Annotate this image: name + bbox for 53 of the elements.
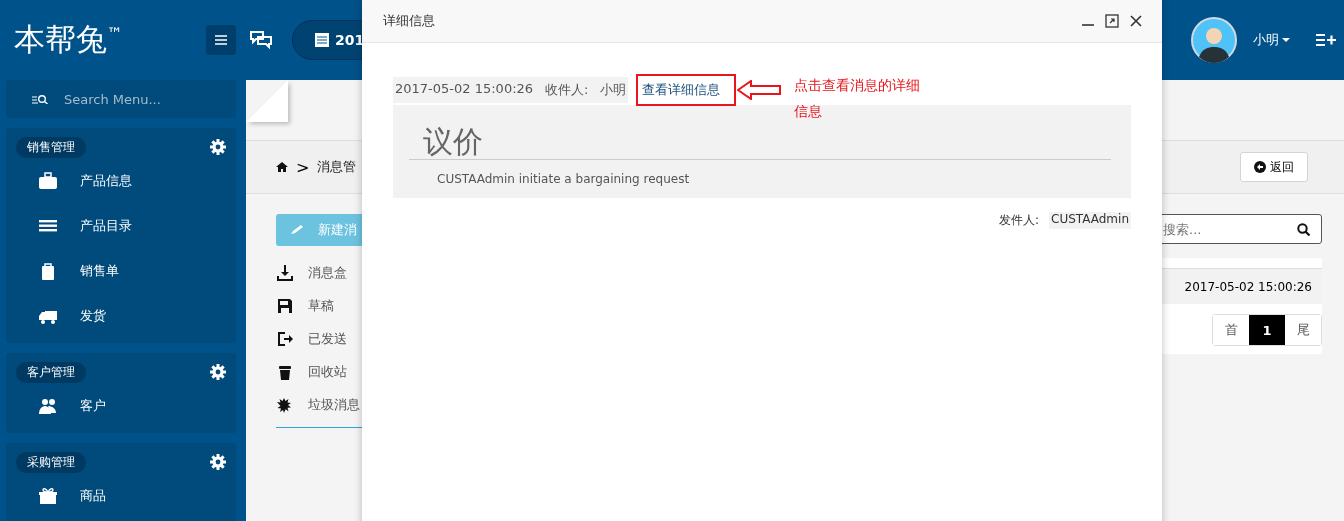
briefcase-icon [38,171,58,190]
settings-icon[interactable] [210,364,226,380]
sidebar-item[interactable]: 销售单 [16,248,226,293]
folder-item[interactable]: 回收站 [276,355,476,388]
maximize-icon[interactable] [1105,14,1119,28]
arrow-annotation-icon [737,80,782,100]
pencil-icon [290,225,304,235]
folder-item[interactable]: 消息盒 [276,256,476,289]
calendar-icon [315,33,329,47]
save-icon [276,296,294,315]
page-button[interactable]: 1 [1249,315,1285,345]
back-arrow-icon [1254,161,1266,173]
sidebar-item[interactable]: 产品目录 [16,203,226,248]
sender-label: 发件人: [999,212,1040,229]
folder-item[interactable]: 垃圾消息 [276,388,476,421]
annotation-text: 点击查看消息的详细信息 [794,76,922,121]
group-title: 销售管理 [16,136,86,158]
menu-icon [215,35,227,45]
add-list-icon[interactable] [1316,34,1336,46]
sidebar-item[interactable]: 发货 [16,293,226,338]
sidebar-item[interactable]: 客户 [16,383,226,428]
breadcrumb-item[interactable]: 消息管 [317,158,357,176]
user-menu[interactable]: 小明 [1253,31,1290,49]
menu-button[interactable] [206,25,236,55]
menu-search-field[interactable]: Search Menu... [6,80,236,118]
close-icon[interactable] [1129,14,1143,28]
inbox-icon [276,263,294,282]
settings-icon[interactable] [210,139,226,155]
sender-name: CUSTAAdmin [1049,212,1131,229]
group-title: 客户管理 [16,361,86,383]
message-heading: 议价 [423,125,484,159]
recipient-name: 小明 [600,81,627,99]
settings-icon[interactable] [210,454,226,470]
sidebar-item[interactable]: 产品信息 [16,158,226,203]
folder-item[interactable]: 已发送 [276,322,476,355]
message-body: CUSTAAdmin initiate a bargaining request [436,171,691,186]
avatar-icon[interactable] [1191,17,1237,63]
message-time: 2017-05-02 15:00:26 [395,81,534,98]
chat-icon[interactable] [250,31,272,49]
sidebar-item[interactable]: 商品 [16,473,226,518]
recipient-label: 收件人: [545,81,589,99]
users-icon [38,396,58,415]
sent-icon [276,329,294,348]
detail-link[interactable]: 查看详细信息 [636,74,737,106]
back-button[interactable]: 返回 [1240,152,1308,182]
group-title: 采购管理 [16,451,86,473]
folder-item[interactable]: 草稿 [276,289,476,322]
logo-text: 本帮兔$^{™}$ [14,21,123,57]
breadcrumb-separator: > [296,157,310,177]
gift-icon [38,486,58,505]
search-icon [1297,223,1310,236]
home-icon[interactable] [276,162,288,172]
search-icon [32,94,48,104]
